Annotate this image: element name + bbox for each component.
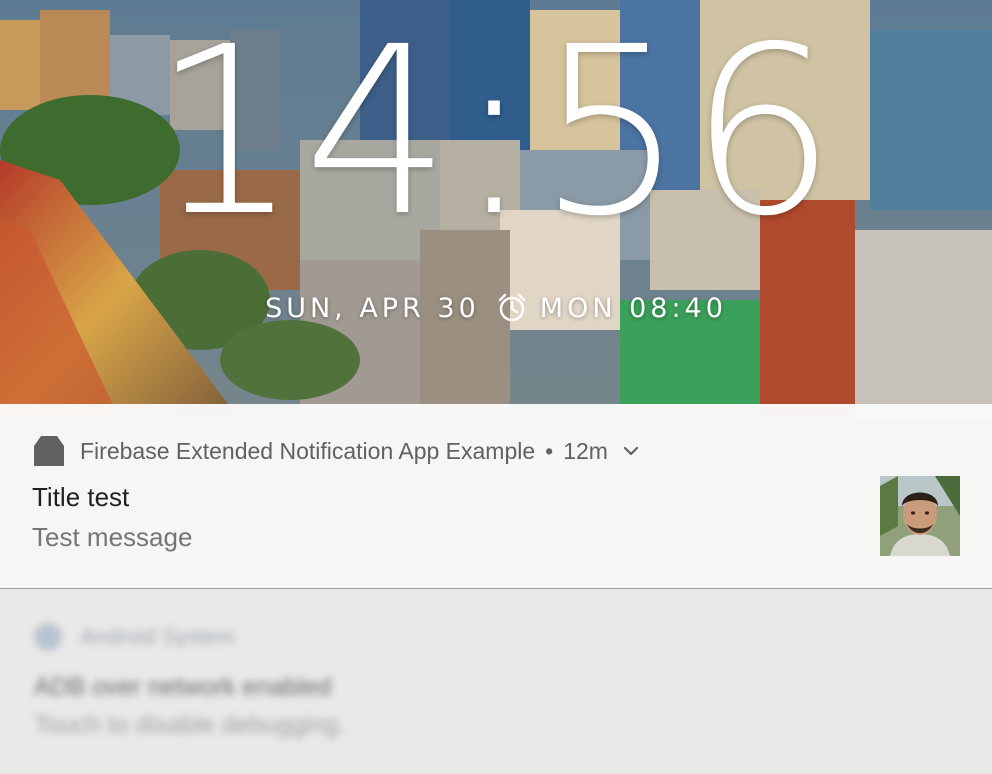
lockscreen: 14:56 SUN, APR 30 MON 08:40 Firebase Ext… bbox=[0, 0, 992, 774]
avatar bbox=[880, 476, 960, 556]
generic-app-icon bbox=[32, 434, 66, 468]
notification-text: Test message bbox=[32, 522, 193, 552]
date-text: SUN, APR 30 bbox=[265, 292, 480, 324]
notification-title: Title test bbox=[32, 482, 130, 512]
notification-header: Firebase Extended Notification App Examp… bbox=[32, 433, 642, 469]
notification-shade: Firebase Extended Notification App Examp… bbox=[0, 404, 992, 774]
notification-text: Touch to disable debugging. bbox=[34, 711, 346, 739]
notification-time: 12m bbox=[563, 437, 608, 464]
notification-app-name: Android System bbox=[80, 624, 236, 649]
lockscreen-clock: 14:56 bbox=[151, 0, 841, 267]
notification-title: ADB over network enabled bbox=[34, 673, 332, 701]
chevron-down-icon[interactable] bbox=[620, 440, 642, 462]
notification-header: Android System bbox=[34, 623, 235, 651]
notification-app-name: Firebase Extended Notification App Examp… bbox=[80, 437, 536, 464]
notification-card-blurred[interactable]: Android System ADB over network enabled … bbox=[0, 589, 992, 774]
header-separator: • bbox=[545, 437, 554, 464]
date-alarm-row: SUN, APR 30 MON 08:40 bbox=[0, 292, 992, 324]
android-system-icon bbox=[34, 623, 62, 651]
next-alarm-text: MON 08:40 bbox=[539, 292, 727, 324]
notification-card[interactable]: Firebase Extended Notification App Examp… bbox=[0, 404, 992, 588]
alarm-clock-icon bbox=[496, 292, 528, 324]
